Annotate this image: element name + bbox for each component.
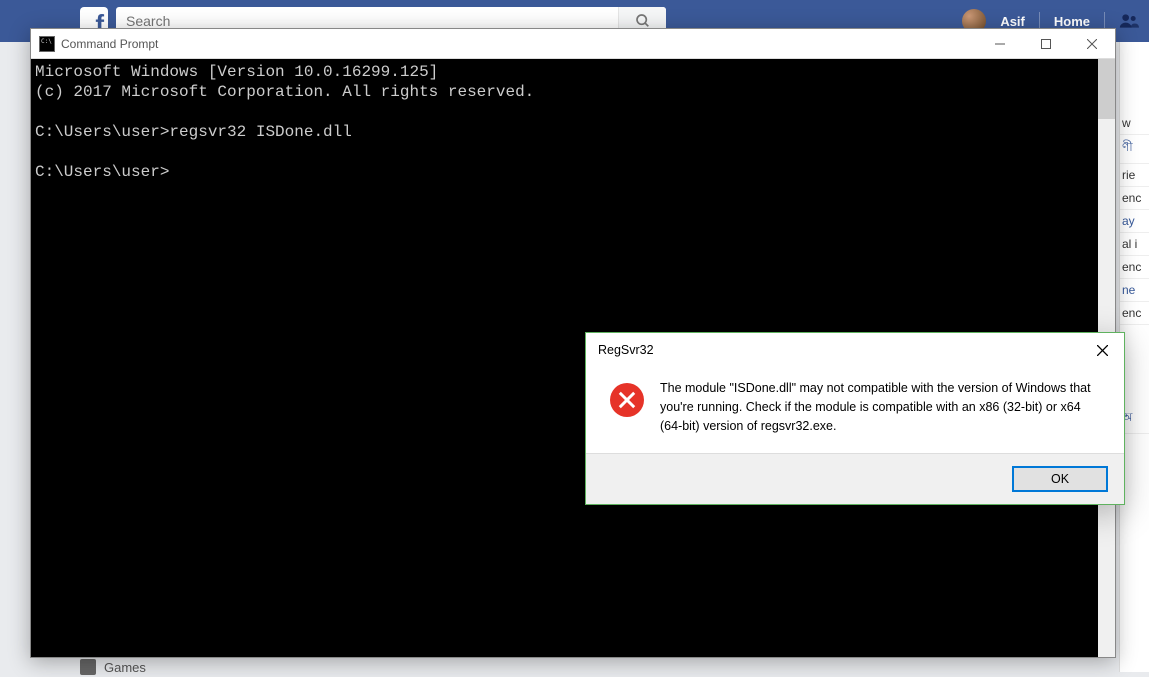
ok-button[interactable]: OK	[1012, 466, 1108, 492]
dialog-body: The module "ISDone.dll" may not compatib…	[586, 367, 1124, 453]
maximize-button[interactable]	[1023, 29, 1069, 59]
error-icon	[610, 383, 644, 417]
close-button[interactable]	[1069, 29, 1115, 59]
search-input[interactable]	[116, 13, 618, 29]
regsvr32-dialog: RegSvr32 The module "ISDone.dll" may not…	[585, 332, 1125, 505]
sidebar-fragment: enc	[1120, 187, 1149, 210]
maximize-icon	[1041, 39, 1051, 49]
close-icon	[1087, 39, 1097, 49]
sidebar-fragment: ণী	[1120, 135, 1149, 164]
close-icon	[1097, 345, 1108, 356]
sidebar-fragment: enc	[1120, 302, 1149, 325]
sidebar-fragment: enc	[1120, 256, 1149, 279]
games-icon	[80, 659, 96, 675]
sidebar-fragment: ne	[1120, 279, 1149, 302]
games-label: Games	[104, 660, 146, 675]
scrollbar-thumb[interactable]	[1098, 59, 1115, 119]
cmd-icon	[39, 36, 55, 52]
minimize-icon	[995, 39, 1005, 49]
search-icon	[635, 13, 651, 29]
friends-icon[interactable]	[1119, 11, 1139, 31]
dialog-message: The module "ISDone.dll" may not compatib…	[660, 379, 1108, 435]
window-title: Command Prompt	[61, 37, 158, 51]
dialog-titlebar[interactable]: RegSvr32	[586, 333, 1124, 367]
minimize-button[interactable]	[977, 29, 1023, 59]
titlebar[interactable]: Command Prompt	[31, 29, 1115, 59]
username-label[interactable]: Asif	[1000, 14, 1025, 29]
sidebar-fragment: w	[1120, 112, 1149, 135]
home-link[interactable]: Home	[1054, 14, 1090, 29]
dialog-close-button[interactable]	[1080, 333, 1124, 367]
dialog-title: RegSvr32	[598, 343, 654, 357]
dialog-footer: OK	[586, 453, 1124, 504]
sidebar-fragment: al i	[1120, 233, 1149, 256]
games-item[interactable]: Games	[80, 659, 146, 675]
sidebar-fragment: ay	[1120, 210, 1149, 233]
sidebar-fragment: rie	[1120, 164, 1149, 187]
